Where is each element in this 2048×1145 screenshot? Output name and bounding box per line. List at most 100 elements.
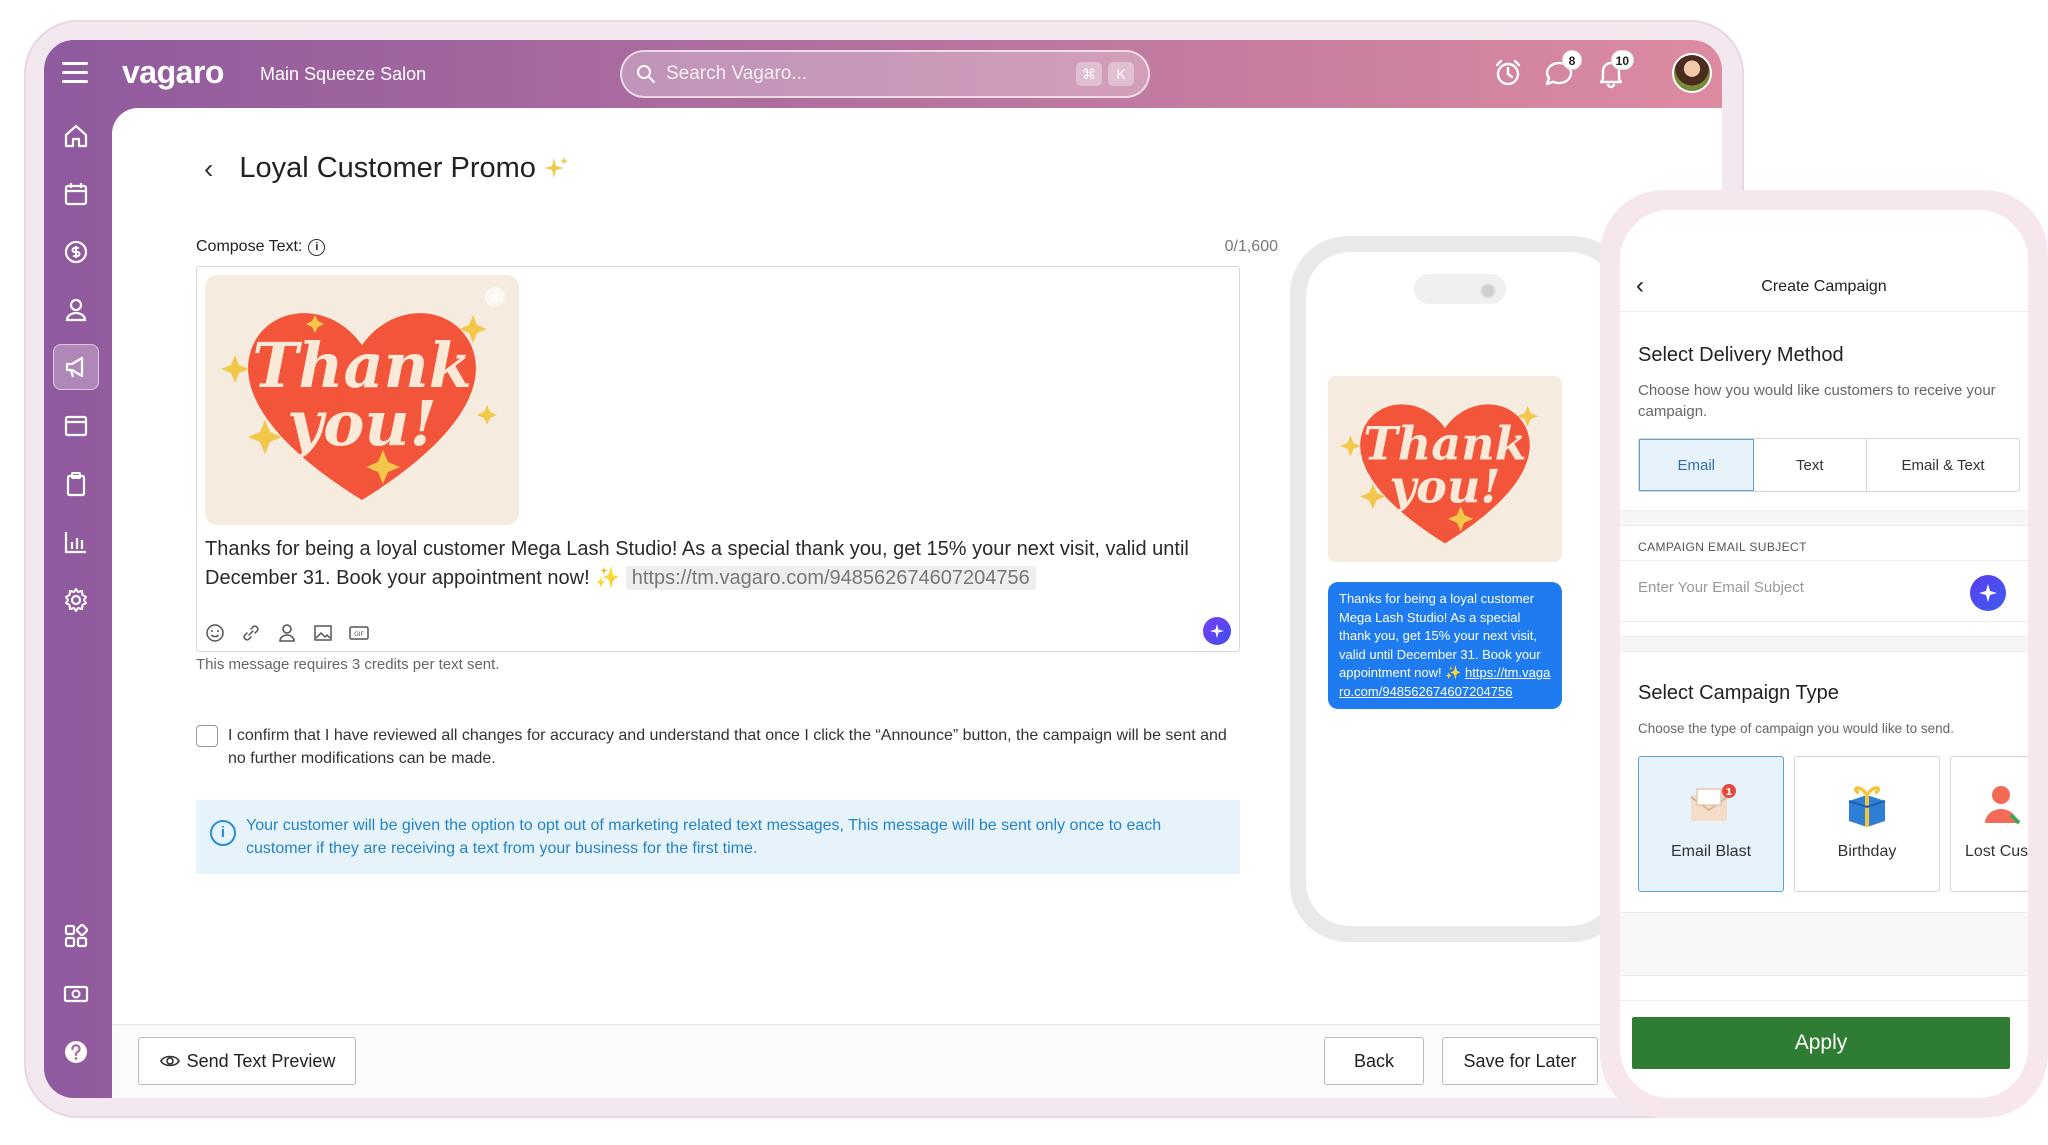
calendar-icon[interactable]: [58, 176, 94, 212]
messages-badge: 8: [1562, 50, 1582, 70]
svg-text:GIF: GIF: [354, 631, 364, 638]
attached-thank-you-image: Thank you! ×: [205, 275, 519, 525]
home-icon[interactable]: [58, 118, 94, 154]
reports-chart-icon[interactable]: [58, 524, 94, 560]
campaign-type-cards: 1 Email Blast Birthday Lost Cust: [1638, 756, 2028, 892]
gif-icon[interactable]: GIF: [347, 621, 371, 645]
campaign-type-subtext: Choose the type of campaign you would li…: [1638, 721, 1954, 736]
section-divider-3: [1620, 912, 2028, 976]
email-subject-caption: CAMPAIGN EMAIL SUBJECT: [1638, 540, 1807, 554]
info-circle-icon: i: [210, 820, 236, 846]
menu-icon[interactable]: [62, 62, 88, 84]
section-divider-2: [1620, 636, 2028, 652]
campaign-header: ‹ Create Campaign: [1620, 266, 2028, 312]
shortcut-cmd-key: ⌘: [1076, 62, 1102, 86]
preview-image: Thank you!: [1328, 376, 1562, 562]
email-subject-row: [1620, 560, 2028, 622]
compose-text-area[interactable]: Thank you! × Thanks for being a loyal cu…: [196, 266, 1240, 652]
clipboard-icon[interactable]: [58, 466, 94, 502]
character-counter: 0/1,600: [1224, 238, 1278, 255]
eye-icon: [159, 1055, 180, 1067]
delivery-method-subtext: Choose how you would like customers to r…: [1638, 382, 1996, 420]
user-avatar[interactable]: [1672, 53, 1712, 93]
save-for-later-button[interactable]: Save for Later: [1442, 1037, 1598, 1085]
send-text-preview-button[interactable]: Send Text Preview: [138, 1037, 356, 1085]
delivery-method-selector: Email Text Email & Text: [1638, 438, 2020, 492]
section-divider: [1620, 510, 2028, 526]
campaign-type-lost-customer[interactable]: Lost Cust: [1950, 756, 2028, 892]
emoji-icon[interactable]: [203, 621, 227, 645]
apply-button[interactable]: Apply: [1632, 1017, 2010, 1069]
customer-icon[interactable]: [58, 292, 94, 328]
svg-text:you!: you!: [285, 387, 437, 460]
sparkle-icon: [543, 156, 568, 178]
image-icon[interactable]: [311, 621, 335, 645]
delivery-option-email-and-text[interactable]: Email & Text: [1867, 439, 2019, 491]
birthday-label: Birthday: [1837, 843, 1897, 860]
info-icon[interactable]: i: [308, 238, 326, 256]
preview-phone: Thank you! Thanks for being a loyal cust…: [1290, 236, 1630, 942]
help-icon[interactable]: [58, 1034, 94, 1070]
campaign-type-birthday[interactable]: Birthday: [1794, 756, 1940, 892]
search-input[interactable]: [666, 61, 1046, 87]
email-blast-badge: 1: [1726, 787, 1733, 798]
marketing-megaphone-icon[interactable]: [53, 344, 99, 390]
window-icon[interactable]: [58, 408, 94, 444]
opt-out-notice: i Your customer will be given the option…: [196, 800, 1240, 874]
search-bar[interactable]: ⌘ K: [620, 50, 1150, 98]
cash-icon[interactable]: [58, 976, 94, 1012]
back-button[interactable]: Back: [1324, 1037, 1424, 1085]
campaign-phone: ‹ Create Campaign Select Delivery Method…: [1600, 190, 2048, 1118]
compose-toolbar: GIF: [203, 621, 371, 645]
shortcut-k-key: K: [1108, 62, 1134, 86]
envelope-icon: 1: [1690, 784, 1736, 821]
page-title: Loyal Customer Promo: [239, 152, 536, 184]
remove-image-close-icon[interactable]: ×: [485, 287, 505, 307]
back-chevron-icon[interactable]: ‹: [204, 153, 213, 185]
messages-button[interactable]: 8: [1542, 50, 1582, 90]
notifications-button[interactable]: 10: [1594, 50, 1634, 90]
page-header: ‹ Loyal Customer Promo: [204, 152, 570, 185]
notice-text: Your customer will be given the option t…: [246, 817, 1162, 857]
compose-label: Compose Text: i: [196, 238, 326, 256]
person-icon[interactable]: [275, 621, 299, 645]
dollar-icon[interactable]: [58, 234, 94, 270]
confirm-row: I confirm that I have reviewed all chang…: [196, 724, 1236, 770]
footer-bar: Send Text Preview Back Save for Later A: [112, 1024, 1722, 1098]
campaign-phone-screen: ‹ Create Campaign Select Delivery Method…: [1620, 210, 2028, 1098]
link-icon[interactable]: [239, 621, 263, 645]
delivery-option-text[interactable]: Text: [1754, 439, 1868, 491]
inline-sparkle-icon: ✨: [595, 567, 621, 589]
email-subject-input[interactable]: [1638, 579, 1958, 596]
confirm-checkbox[interactable]: [196, 725, 218, 747]
vagaro-logo[interactable]: vagaro: [122, 54, 224, 91]
alarm-clock-icon[interactable]: [1491, 56, 1525, 90]
message-text[interactable]: Thanks for being a loyal customer Mega L…: [205, 535, 1235, 593]
salon-name[interactable]: Main Squeeze Salon: [260, 64, 426, 85]
apply-bar: Apply: [1620, 1000, 2028, 1098]
delivery-option-email[interactable]: Email: [1639, 439, 1754, 491]
campaign-header-title: Create Campaign: [1761, 278, 1887, 295]
send-text-preview-label: Send Text Preview: [186, 1050, 336, 1071]
compose-label-text: Compose Text:: [196, 238, 303, 255]
ai-assist-sparkle-icon[interactable]: [1203, 617, 1231, 645]
delivery-method-heading: Select Delivery Method: [1638, 344, 1844, 366]
credits-note: This message requires 3 credits per text…: [196, 656, 500, 673]
preview-phone-screen: Thank you! Thanks for being a loyal cust…: [1306, 252, 1614, 926]
gift-box-icon: [1848, 786, 1886, 827]
subject-ai-sparkle-icon[interactable]: [1970, 575, 2006, 611]
settings-gear-icon[interactable]: [58, 582, 94, 618]
top-bar: vagaro Main Squeeze Salon ⌘ K 8 10: [44, 40, 1722, 108]
lost-customer-label: Lost Cust: [1965, 843, 2028, 860]
notifications-badge: 10: [1610, 50, 1634, 70]
confirm-text: I confirm that I have reviewed all chang…: [228, 727, 1227, 767]
message-link[interactable]: https://tm.vagaro.com/948562674607204756: [625, 566, 1036, 590]
campaign-type-heading: Select Campaign Type: [1638, 682, 1839, 704]
sms-preview-bubble: Thanks for being a loyal customer Mega L…: [1328, 582, 1562, 709]
email-blast-label: Email Blast: [1670, 843, 1752, 860]
phone-notch: [1414, 274, 1506, 304]
lost-customer-person-icon: [1985, 786, 2021, 825]
apps-grid-icon[interactable]: [58, 918, 94, 954]
campaign-type-email-blast[interactable]: 1 Email Blast: [1638, 756, 1784, 892]
search-icon: [637, 65, 655, 83]
